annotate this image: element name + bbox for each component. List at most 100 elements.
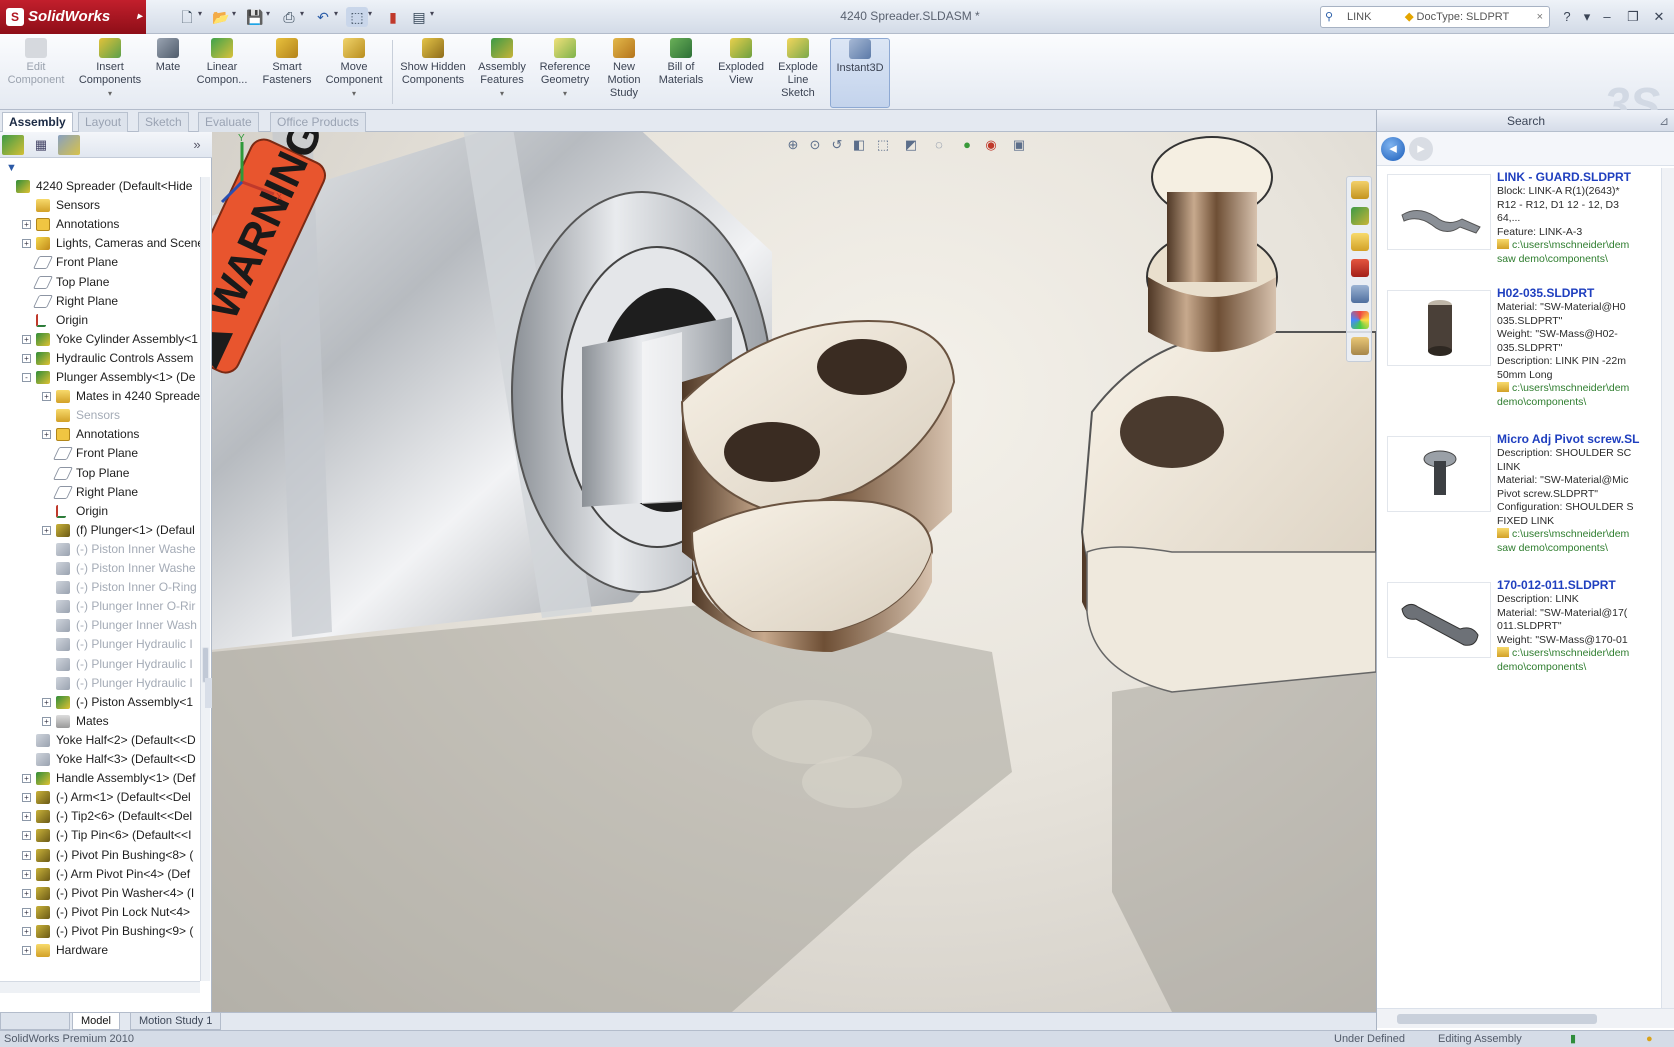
- pin-icon[interactable]: ⊿: [1659, 110, 1669, 132]
- hide-show-items-icon[interactable]: ◌: [930, 137, 948, 153]
- search-result[interactable]: Micro Adj Pivot screw.SL Description: SH…: [1381, 432, 1661, 574]
- edit-component-button[interactable]: Edit Component: [4, 38, 68, 87]
- explode-line-sketch-button[interactable]: Explode Line Sketch: [772, 38, 824, 100]
- help-icon[interactable]: ?: [1558, 8, 1576, 26]
- configuration-manager-icon[interactable]: [58, 135, 80, 155]
- open-dropdown-icon[interactable]: ▾: [232, 9, 236, 18]
- expand-toggle-icon[interactable]: +: [42, 392, 51, 401]
- help-dropdown-icon[interactable]: ▾: [1578, 8, 1596, 26]
- expand-toggle-icon[interactable]: +: [42, 430, 51, 439]
- view-orientation-icon[interactable]: ⬚: [874, 137, 892, 153]
- reference-geometry-dropdown-icon[interactable]: ▾: [534, 87, 596, 100]
- mate-button[interactable]: Mate: [150, 38, 186, 74]
- tab-evaluate[interactable]: Evaluate: [198, 112, 259, 132]
- file-properties-icon[interactable]: ▤: [408, 7, 430, 27]
- save-icon[interactable]: 💾: [244, 7, 266, 27]
- clear-filter-icon[interactable]: ×: [1537, 7, 1543, 27]
- expand-toggle-icon[interactable]: +: [22, 946, 31, 955]
- expand-toggle-icon[interactable]: +: [22, 793, 31, 802]
- assembly-features-button[interactable]: Assembly Features ▾: [474, 38, 530, 100]
- view-palette-tab-icon[interactable]: [1351, 285, 1369, 303]
- expand-toggle-icon[interactable]: +: [22, 831, 31, 840]
- print-dropdown-icon[interactable]: ▾: [300, 9, 304, 18]
- expand-toggle-icon[interactable]: +: [22, 889, 31, 898]
- expand-panel-icon[interactable]: »: [186, 135, 208, 155]
- tree-horizontal-scrollbar[interactable]: [0, 981, 200, 993]
- show-hidden-components-button[interactable]: Show Hidden Components: [398, 38, 468, 87]
- back-button[interactable]: ◂: [1381, 137, 1405, 161]
- edit-appearance-icon[interactable]: ●: [958, 137, 976, 153]
- tree-filter-icon[interactable]: ▼: [6, 162, 17, 174]
- assembly-features-dropdown-icon[interactable]: ▾: [474, 87, 530, 100]
- select-icon[interactable]: ⬚: [346, 7, 368, 27]
- reference-geometry-button[interactable]: Reference Geometry ▾: [534, 38, 596, 100]
- file-explorer-tab-icon[interactable]: [1351, 233, 1369, 251]
- open-icon[interactable]: 📂: [210, 7, 232, 27]
- scroll-thumb[interactable]: [1397, 1014, 1597, 1024]
- results-vertical-scrollbar[interactable]: [1661, 168, 1674, 1008]
- result-path[interactable]: c:\users\mschneider\dem: [1497, 239, 1659, 253]
- expand-toggle-icon[interactable]: +: [22, 354, 31, 363]
- move-component-dropdown-icon[interactable]: ▾: [322, 87, 386, 100]
- linear-component-pattern-button[interactable]: Linear Compon...: [190, 38, 254, 87]
- result-title[interactable]: H02-035.SLDPRT: [1497, 286, 1659, 301]
- result-path[interactable]: c:\users\mschneider\dem: [1497, 647, 1659, 661]
- bill-of-materials-button[interactable]: Bill of Materials: [652, 38, 710, 87]
- new-document-icon[interactable]: 🗋: [176, 7, 198, 27]
- results-horizontal-scrollbar[interactable]: [1377, 1008, 1674, 1028]
- result-title[interactable]: LINK - GUARD.SLDPRT: [1497, 170, 1659, 185]
- select-dropdown-icon[interactable]: ▾: [368, 9, 372, 18]
- tab-office-products[interactable]: Office Products: [270, 112, 366, 132]
- result-path[interactable]: c:\users\mschneider\dem: [1497, 528, 1659, 542]
- new-motion-study-button[interactable]: New Motion Study: [602, 38, 646, 100]
- print-icon[interactable]: ⎙: [278, 7, 300, 27]
- minimize-icon[interactable]: –: [1598, 8, 1616, 26]
- display-style-icon[interactable]: ◩: [902, 137, 920, 153]
- rebuild-icon[interactable]: ▮: [382, 7, 404, 27]
- close-icon[interactable]: ✕: [1650, 8, 1668, 26]
- rebuild-status-icon[interactable]: ▮: [1570, 1031, 1576, 1047]
- undo-icon[interactable]: ↶: [312, 7, 334, 27]
- expand-toggle-icon[interactable]: +: [22, 908, 31, 917]
- zoom-to-area-icon[interactable]: ⊙: [806, 137, 824, 153]
- search-tab-icon[interactable]: [1351, 259, 1369, 277]
- custom-properties-tab-icon[interactable]: [1351, 337, 1369, 355]
- appearances-tab-icon[interactable]: [1351, 311, 1369, 329]
- expand-toggle-icon[interactable]: +: [42, 717, 51, 726]
- expand-toggle-icon[interactable]: +: [22, 870, 31, 879]
- design-library-tab-icon[interactable]: [1351, 207, 1369, 225]
- graphics-area[interactable]: WARNING ⊕ ⊙ ↺ ◧ ⬚ ◩ ◌ ● ◉ ▣ Y X: [212, 132, 1376, 1012]
- search-result[interactable]: H02-035.SLDPRT Material: "SW-Material@H0…: [1381, 286, 1661, 428]
- tab-model[interactable]: Model: [72, 1013, 120, 1030]
- expand-toggle-icon[interactable]: +: [22, 812, 31, 821]
- result-path[interactable]: c:\users\mschneider\dem: [1497, 382, 1659, 396]
- expand-toggle-icon[interactable]: +: [22, 335, 31, 344]
- restore-icon[interactable]: ❐: [1624, 8, 1642, 26]
- expand-toggle-icon[interactable]: +: [22, 774, 31, 783]
- save-dropdown-icon[interactable]: ▾: [266, 9, 270, 18]
- tree-vertical-scrollbar[interactable]: [200, 177, 210, 981]
- result-title[interactable]: Micro Adj Pivot screw.SL: [1497, 432, 1659, 447]
- tab-sketch[interactable]: Sketch: [138, 112, 189, 132]
- exploded-view-button[interactable]: Exploded View: [714, 38, 768, 87]
- expand-toggle-icon[interactable]: -: [22, 373, 31, 382]
- previous-view-icon[interactable]: ↺: [828, 137, 846, 153]
- search-input[interactable]: ⚲ LINK ◆ DocType: SLDPRT ×: [1320, 6, 1550, 28]
- expand-toggle-icon[interactable]: +: [42, 698, 51, 707]
- help-status-icon[interactable]: ●: [1646, 1031, 1653, 1047]
- instant3d-button[interactable]: Instant3D: [830, 38, 890, 108]
- resources-tab-icon[interactable]: [1351, 181, 1369, 199]
- smart-fasteners-button[interactable]: Smart Fasteners: [258, 38, 316, 87]
- expand-toggle-icon[interactable]: +: [22, 851, 31, 860]
- section-view-icon[interactable]: ◧: [850, 137, 868, 153]
- property-manager-icon[interactable]: ▦: [30, 135, 52, 155]
- solidworks-menu-button[interactable]: S SolidWorks ▸: [0, 0, 146, 34]
- apply-scene-icon[interactable]: ◉: [982, 137, 1000, 153]
- zoom-to-fit-icon[interactable]: ⊕: [784, 137, 802, 153]
- tab-scroll-arrows[interactable]: [0, 1013, 70, 1030]
- insert-components-button[interactable]: Insert Components ▾: [74, 38, 146, 100]
- view-settings-icon[interactable]: ▣: [1010, 137, 1028, 153]
- tab-motion-study-1[interactable]: Motion Study 1: [130, 1013, 222, 1030]
- undo-dropdown-icon[interactable]: ▾: [334, 9, 338, 18]
- feature-manager-tree-icon[interactable]: [2, 135, 24, 155]
